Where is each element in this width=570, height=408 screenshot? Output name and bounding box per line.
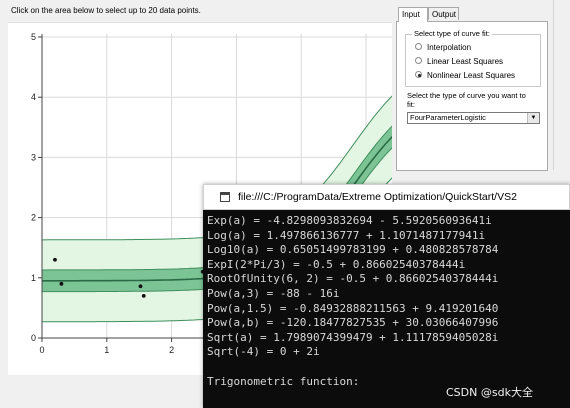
console-line: Sqrt(a) = 1.7989074399479 + 1.1117859405… <box>207 330 499 344</box>
radio-linear-least-squares[interactable]: Linear Least Squares <box>415 56 503 67</box>
y-tick-label: 3 <box>31 152 36 162</box>
curve-fit-type-group: Select type of curve fit: Interpolation … <box>405 29 541 87</box>
y-tick-label: 1 <box>31 273 36 283</box>
console-line: Pow(a,b) = -120.18477827535 + 30.0306640… <box>207 316 499 330</box>
data-point <box>141 293 146 298</box>
radio-interpolation[interactable]: Interpolation <box>415 42 471 53</box>
console-titlebar[interactable]: file:///C:/ProgramData/Extreme Optimizat… <box>203 184 570 210</box>
data-point <box>53 257 57 262</box>
x-tick-label: 2 <box>169 345 174 355</box>
radio-button-icon[interactable] <box>415 43 422 51</box>
console-title: file:///C:/ProgramData/Extreme Optimizat… <box>238 191 517 203</box>
curve-type-label: Select the type of curve you want to fit… <box>407 91 526 109</box>
console-window-icon <box>220 192 230 202</box>
y-tick-label: 5 <box>31 32 36 42</box>
instruction-text: Click on the area below to select up to … <box>11 6 201 15</box>
chevron-down-icon[interactable]: ▼ <box>527 113 539 123</box>
y-tick-label: 0 <box>31 333 36 343</box>
console-line: Exp(a) = -4.8298093832694 - 5.5920560936… <box>207 214 492 227</box>
console-line: Log(a) = 1.497866136777 + 1.107148717794… <box>207 228 486 242</box>
console-window[interactable]: file:///C:/ProgramData/Extreme Optimizat… <box>203 184 570 408</box>
console-line: Log10(a) = 0.65051499783199 + 0.48082857… <box>207 243 499 257</box>
x-tick-label: 1 <box>104 345 109 355</box>
console-line: ExpI(2*Pi/3) = -0.5 + 0.86602540378444i <box>207 257 466 271</box>
tab-input[interactable]: Input <box>398 7 428 22</box>
y-tick-label: 4 <box>31 92 36 102</box>
console-output: Exp(a) = -4.8298093832694 - 5.5920560936… <box>207 214 567 406</box>
curve-type-value: FourParameterLogistic <box>410 113 486 122</box>
group-title: Select type of curve fit: <box>412 29 492 38</box>
input-tab-page: Select type of curve fit: Interpolation … <box>396 21 548 171</box>
console-line: Pow(a,3) = -88 - 16i <box>207 286 340 300</box>
console-line: Sqrt(-4) = 0 + 2i <box>207 345 320 359</box>
data-point <box>59 281 64 286</box>
curve-type-select[interactable]: FourParameterLogistic ▼ <box>407 112 540 124</box>
status-strip <box>8 375 208 397</box>
tab-output[interactable]: Output <box>428 7 459 20</box>
data-point <box>138 284 143 289</box>
radio-button-checked-icon[interactable] <box>415 71 422 79</box>
radio-label: Linear Least Squares <box>427 57 504 66</box>
radio-label: Nonlinear Least Squares <box>427 71 516 80</box>
x-tick-label: 0 <box>39 345 44 355</box>
console-line: RootOfUnity(6, 2) = -0.5 + 0.86602540378… <box>207 272 499 286</box>
radio-label: Interpolation <box>427 43 472 52</box>
radio-button-icon[interactable] <box>415 57 422 65</box>
console-line: Pow(a,1.5) = -0.84932888211563 + 9.41920… <box>207 301 499 315</box>
watermark-text: CSDN @sdk大全 <box>446 386 533 399</box>
curve-fitting-window: Click on the area below to select up to … <box>0 0 570 408</box>
divider <box>553 0 554 170</box>
radio-nonlinear-least-squares[interactable]: Nonlinear Least Squares <box>415 70 515 81</box>
y-tick-label: 2 <box>31 213 36 223</box>
